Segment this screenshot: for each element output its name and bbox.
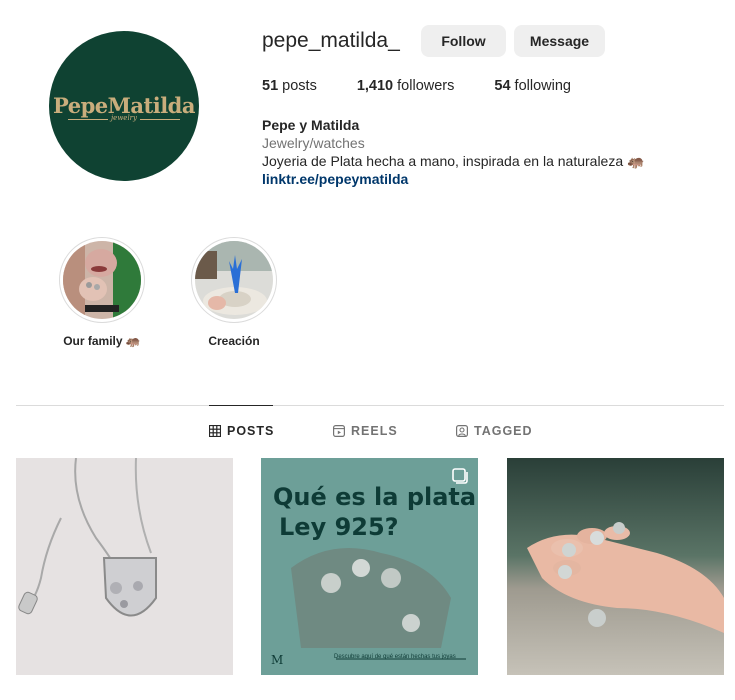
highlight-creacion[interactable]: Creación bbox=[159, 237, 309, 348]
grid-icon bbox=[209, 425, 221, 437]
category: Jewelry/watches bbox=[262, 135, 365, 151]
post-2-title-line2: Ley 925? bbox=[279, 513, 399, 541]
bio-text: Joyeria de Plata hecha a mano, inspirada… bbox=[262, 153, 645, 169]
following-stat[interactable]: 54 following bbox=[494, 78, 571, 94]
highlight-image bbox=[63, 241, 141, 319]
posts-label: posts bbox=[278, 78, 317, 94]
highlight-our-family[interactable]: Our family 🦛 bbox=[27, 237, 177, 348]
username: pepe_matilda_ bbox=[262, 29, 400, 52]
post-thumbnail-2[interactable]: M Qué es la plata Ley 925? Descubre aquí… bbox=[261, 458, 478, 675]
svg-text:M: M bbox=[271, 653, 283, 667]
multi-post-icon bbox=[452, 468, 468, 484]
follow-button[interactable]: Follow bbox=[421, 25, 506, 57]
post-thumbnail-1[interactable] bbox=[16, 458, 233, 675]
followers-stat[interactable]: 1,410 followers bbox=[357, 78, 455, 94]
tab-posts[interactable]: POSTS bbox=[209, 424, 274, 438]
tab-reels-label: REELS bbox=[351, 424, 398, 438]
post-image bbox=[16, 458, 233, 675]
followers-label: followers bbox=[393, 78, 455, 94]
following-label: following bbox=[510, 78, 571, 94]
tagged-icon bbox=[456, 425, 468, 437]
post-2-footer: Descubre aquí de qué están hechas tus jo… bbox=[334, 654, 456, 660]
tab-posts-label: POSTS bbox=[227, 424, 275, 438]
avatar-subtitle: jewelry bbox=[108, 113, 140, 123]
highlight-label: Our family 🦛 bbox=[63, 334, 141, 348]
post-image bbox=[507, 458, 724, 675]
highlight-image bbox=[195, 241, 273, 319]
highlight-ring bbox=[59, 237, 145, 323]
post-2-title: Qué es la plata Ley 925? bbox=[273, 482, 476, 542]
post-thumbnail-3[interactable] bbox=[507, 458, 724, 675]
post-2-title-line1: Qué es la plata bbox=[273, 483, 477, 511]
following-count: 54 bbox=[494, 78, 511, 94]
posts-count: 51 bbox=[262, 78, 279, 94]
highlight-ring bbox=[191, 237, 277, 323]
posts-stat: 51 posts bbox=[262, 78, 317, 94]
highlight-label: Creación bbox=[208, 334, 260, 348]
profile-stats: 51 posts 1,410 followers 54 following bbox=[262, 78, 611, 94]
tab-tagged-label: TAGGED bbox=[474, 424, 533, 438]
tab-reels[interactable]: REELS bbox=[333, 424, 398, 438]
bio-link[interactable]: linktr.ee/pepeymatilda bbox=[262, 170, 644, 188]
reels-icon bbox=[333, 425, 345, 437]
followers-count: 1,410 bbox=[356, 78, 394, 94]
profile-avatar[interactable]: PepeMatilda jewelry bbox=[49, 31, 199, 181]
tabs-divider bbox=[16, 405, 724, 406]
full-name: Pepe y Matilda bbox=[262, 117, 360, 133]
active-tab-indicator bbox=[209, 405, 273, 406]
message-button[interactable]: Message bbox=[514, 25, 605, 57]
avatar-rule: jewelry bbox=[68, 113, 180, 123]
profile-bio: Pepe y Matilda Jewelry/watches Joyeria d… bbox=[262, 116, 644, 188]
tab-tagged[interactable]: TAGGED bbox=[456, 424, 533, 438]
